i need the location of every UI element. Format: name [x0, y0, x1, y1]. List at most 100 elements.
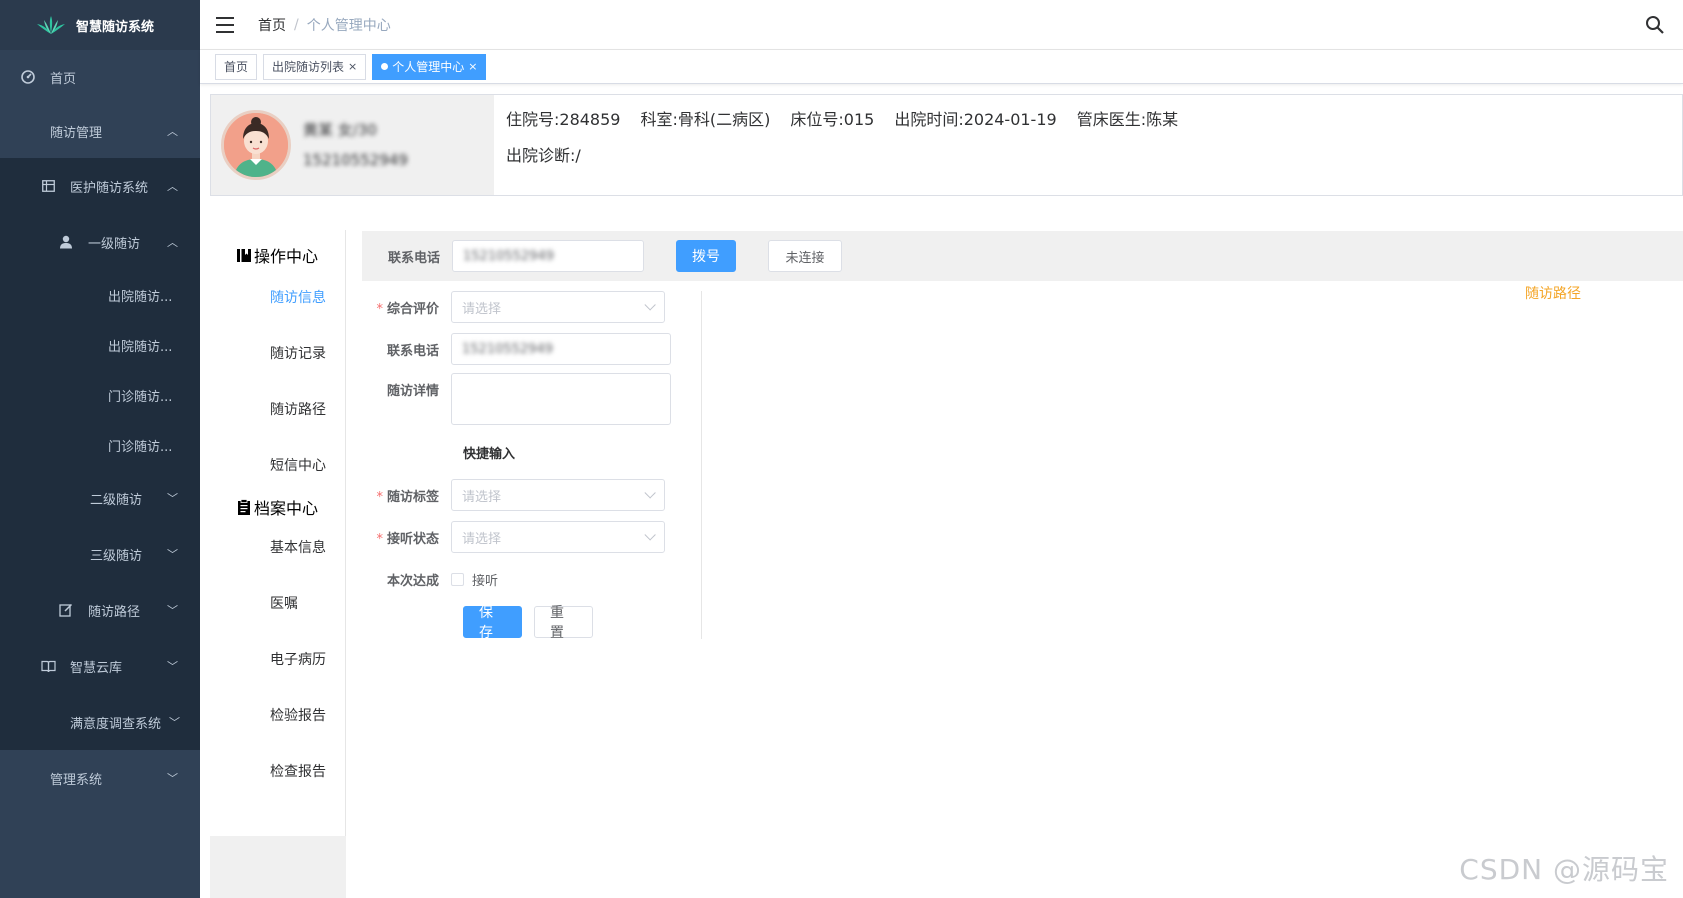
form-row-rating: * 综合评价 请选择 [362, 291, 665, 323]
sidebar-item-discharge-followup-2[interactable]: 出院随访... [0, 320, 200, 370]
chevron-down-icon [644, 299, 656, 311]
tag-label: * 随访标签 [376, 489, 439, 505]
app-title: 智慧随访系统 [76, 19, 155, 35]
nav-followup-info[interactable]: 随访信息 [210, 270, 345, 326]
breadcrumb-separator: / [294, 16, 299, 33]
nav-followup-records[interactable]: 随访记录 [210, 326, 345, 382]
sidebar-item-label: 出院随访... [108, 289, 173, 305]
chevron-up-icon: ︿ [167, 180, 178, 193]
sidebar-item-satisfaction-survey[interactable]: 满意度调查系统 ﹀ [0, 694, 200, 750]
answered-checkbox[interactable] [451, 572, 464, 586]
patient-card: 黄某 女/30 15210552949 住院号:284859 科室:骨科(二病区… [210, 94, 1683, 196]
operation-nav: 操作中心 随访信息 随访记录 随访路径 短信中心 档案中心 基本信息 医嘱 电子… [210, 230, 346, 898]
nav-sms-center[interactable]: 短信中心 [210, 438, 345, 494]
active-dot-icon [381, 63, 389, 70]
details-label: 随访详情 [386, 384, 439, 399]
phone-input[interactable]: 15210552949 [452, 240, 645, 272]
answered-checkbox-label[interactable]: 接听 [472, 570, 498, 589]
form-row-answer-status: * 接听状态 请选择 [362, 521, 665, 553]
tags-view: 首页 出院随访列表 × 个人管理中心 × [200, 50, 1683, 84]
app-root: 智慧随访系统 首页 随访管理 ︿ 医护随访系统 ︿ 一级随访 ︿ 出院随访...… [0, 0, 1683, 898]
sidebar-item-level2[interactable]: 二级随访 ﹀ [0, 470, 200, 526]
connection-status-button[interactable]: 未连接 [768, 240, 843, 272]
breadcrumb-home[interactable]: 首页 [258, 15, 286, 35]
tag-home[interactable]: 首页 [215, 53, 258, 80]
followup-path-link[interactable]: 随访路径 [1525, 283, 1581, 303]
nav-exam-reports[interactable]: 检查报告 [210, 744, 345, 800]
form-row-phone: 联系电话 15210552949 [362, 333, 671, 365]
sidebar-item-discharge-followup-1[interactable]: 出院随访... [0, 270, 200, 320]
table-icon [40, 178, 56, 194]
sidebar-item-label: 随访管理 [50, 125, 103, 141]
discharge-time: 出院时间:2024-01-19 [894, 110, 1057, 129]
sidebar-item-home[interactable]: 首页 [0, 50, 200, 104]
sidebar-item-label: 医护随访系统 [70, 180, 149, 196]
user-icon [58, 234, 74, 250]
chevron-down-icon: ﹀ [167, 492, 178, 505]
dashboard-icon [20, 69, 36, 85]
chevron-down-icon: ﹀ [167, 604, 178, 617]
sidebar-item-label: 管理系统 [50, 772, 103, 788]
sidebar-item-nursing-followup[interactable]: 医护随访系统 ︿ [0, 158, 200, 214]
form-row-tag: * 随访标签 请选择 [362, 479, 665, 511]
achieved-label: 本次达成 [386, 573, 439, 589]
answer-status-select[interactable]: 请选择 [451, 521, 665, 553]
sidebar-item-label: 门诊随访... [108, 439, 173, 455]
sidebar-item-followup-mgmt[interactable]: 随访管理 ︿ [0, 104, 200, 158]
sidebar-item-outpatient-followup-1[interactable]: 门诊随访... [0, 370, 200, 420]
form-row-achieved: 本次达成 接听 [362, 563, 498, 595]
sidebar-item-label: 一级随访 [88, 236, 141, 252]
chevron-down-icon: ﹀ [167, 660, 178, 673]
phone-bar: 联系电话 15210552949 拨号 未连接 [362, 231, 1683, 281]
nav-lab-reports[interactable]: 检验报告 [210, 688, 345, 744]
sidebar-item-admin-system[interactable]: 管理系统 ﹀ [0, 750, 200, 806]
details-textarea[interactable] [451, 373, 671, 425]
nav-emr[interactable]: 电子病历 [210, 632, 345, 688]
admission-number: 住院号:284859 [506, 110, 621, 129]
quick-input-link[interactable]: 快捷输入 [463, 443, 515, 462]
search-icon[interactable] [1645, 15, 1665, 35]
nav-followup-path[interactable]: 随访路径 [210, 382, 345, 438]
sidebar-item-followup-path[interactable]: 随访路径 ﹀ [0, 582, 200, 638]
sidebar: 智慧随访系统 首页 随访管理 ︿ 医护随访系统 ︿ 一级随访 ︿ 出院随访...… [0, 0, 200, 898]
menu-toggle-icon[interactable] [216, 16, 234, 33]
sidebar-item-label: 二级随访 [90, 492, 143, 508]
sidebar-item-cloud-library[interactable]: 智慧云库 ﹀ [0, 638, 200, 694]
tag-label: 个人管理中心 [392, 60, 465, 74]
close-icon[interactable]: × [468, 60, 477, 73]
contact-phone-label: 联系电话 [386, 343, 439, 359]
book-icon [40, 658, 56, 674]
sidebar-logo[interactable]: 智慧随访系统 [0, 0, 200, 50]
sidebar-item-label: 三级随访 [90, 548, 143, 564]
patient-name-age: 黄某 女/30 [303, 121, 377, 139]
tag-select[interactable]: 请选择 [451, 479, 665, 511]
tag-label: 首页 [224, 60, 249, 74]
patient-identity: 黄某 女/30 15210552949 [303, 115, 408, 175]
chevron-up-icon: ︿ [167, 125, 178, 138]
nav-medical-orders[interactable]: 医嘱 [210, 576, 345, 632]
topbar: 首页 / 个人管理中心 [200, 0, 1683, 50]
sidebar-item-level3[interactable]: 三级随访 ﹀ [0, 526, 200, 582]
tag-personal-center[interactable]: 个人管理中心 × [372, 53, 487, 80]
sidebar-item-outpatient-followup-2[interactable]: 门诊随访... [0, 420, 200, 470]
reset-button[interactable]: 重置 [534, 605, 593, 641]
sidebar-item-label: 出院随访... [108, 339, 173, 355]
archive-center-title: 档案中心 [210, 494, 345, 520]
clipboard-icon [238, 499, 250, 515]
dial-button[interactable]: 拨号 [676, 240, 737, 272]
answer-status-label: * 接听状态 [376, 531, 439, 547]
bed-number: 床位号:015 [790, 110, 875, 129]
overall-rating-select[interactable]: 请选择 [451, 291, 665, 323]
nav-basic-info[interactable]: 基本信息 [210, 520, 345, 576]
contact-phone-input[interactable]: 15210552949 [451, 333, 671, 365]
book-icon [237, 248, 251, 262]
save-button[interactable]: 保存 [463, 605, 522, 641]
sidebar-item-label: 首页 [50, 71, 77, 87]
leaf-logo-icon [37, 16, 65, 34]
sidebar-item-label: 满意度调查系统 [70, 716, 162, 732]
avatar [221, 110, 291, 180]
chevron-down-icon [644, 529, 656, 541]
sidebar-item-level1[interactable]: 一级随访 ︿ [0, 214, 200, 270]
close-icon[interactable]: × [348, 60, 357, 73]
tag-discharge-list[interactable]: 出院随访列表 × [263, 53, 367, 80]
